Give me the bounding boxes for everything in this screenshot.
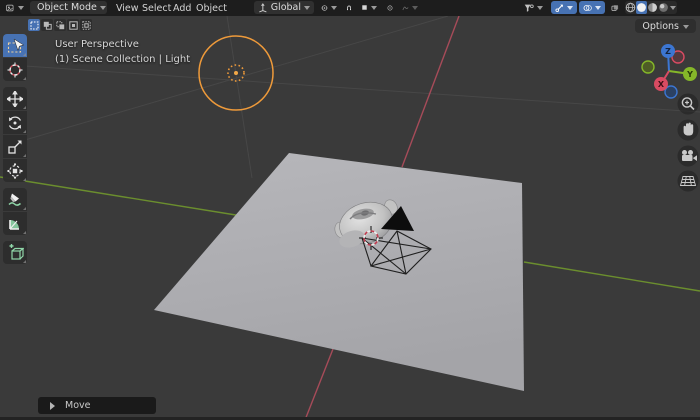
cursor-tool-icon <box>7 62 23 77</box>
transform-orientation-dropdown[interactable]: Global <box>254 1 314 14</box>
orbit-gizmo[interactable]: Z Y X <box>641 44 697 99</box>
tool-transform[interactable] <box>3 159 27 182</box>
options-label: Options <box>642 20 679 32</box>
scale-tool-icon <box>8 140 22 154</box>
shading-material-button[interactable] <box>647 1 658 14</box>
mode-selector[interactable]: Object Mode <box>30 1 107 14</box>
select-mode-intersect[interactable] <box>80 19 92 31</box>
select-mode-invert[interactable] <box>67 19 79 31</box>
transform-orientation-icon <box>259 3 267 13</box>
perspective-grid-icon[interactable] <box>677 170 699 192</box>
tool-select-box[interactable] <box>3 34 27 57</box>
toggle-xray-icon <box>611 4 619 11</box>
object-type-visibility-icon <box>524 4 534 12</box>
axis-x-label: X <box>658 80 665 89</box>
snap-toggle[interactable] <box>342 1 356 14</box>
wireframe-icon <box>625 2 636 13</box>
shading-wireframe-button[interactable] <box>625 1 636 14</box>
snap-target-icon <box>362 5 367 10</box>
blender-window: { "header": { "editor_icon": "editor-typ… <box>0 0 700 420</box>
pivot-point-icon <box>321 4 328 11</box>
rendered-shading-icon <box>659 3 668 12</box>
tool-add-cube[interactable] <box>3 241 27 264</box>
select-mode-extend[interactable] <box>41 19 53 31</box>
select-mode-new[interactable] <box>28 19 40 31</box>
axis-z-label: Z <box>665 47 671 56</box>
add-cube-icon <box>9 244 24 260</box>
tool-move[interactable] <box>3 87 27 110</box>
options-dropdown[interactable]: Options <box>635 19 696 33</box>
object-type-visibility-dropdown[interactable] <box>519 1 547 14</box>
mode-label: Object Mode <box>37 2 97 13</box>
show-gizmo-icon <box>555 4 563 12</box>
proportional-falloff-icon <box>402 6 409 10</box>
editor-type-button[interactable] <box>2 1 28 14</box>
axis-y-label: Y <box>686 70 693 79</box>
toggle-xray-button[interactable] <box>607 1 623 14</box>
editor-type-3d-viewport-icon <box>6 4 14 11</box>
shading-mode-group <box>625 1 677 14</box>
transform-tool-icon <box>7 162 23 179</box>
rotate-tool-icon <box>8 116 22 129</box>
tool-rotate[interactable] <box>3 111 27 134</box>
snap-target-dropdown[interactable] <box>357 1 381 14</box>
tool-annotate[interactable] <box>3 188 27 211</box>
axis-minus-y-ball[interactable] <box>641 60 655 74</box>
tool-measure[interactable] <box>3 212 27 235</box>
tool-cursor[interactable] <box>3 58 27 81</box>
toolbar <box>3 34 27 265</box>
show-gizmo-toggle[interactable] <box>551 1 577 14</box>
show-overlays-icon <box>583 4 592 11</box>
material-preview-icon <box>648 3 657 12</box>
proportional-falloff-dropdown[interactable] <box>398 1 422 14</box>
pivot-point-dropdown[interactable] <box>317 1 341 14</box>
select-mode-subtract[interactable] <box>54 19 66 31</box>
menu-view[interactable]: View <box>113 1 142 15</box>
select-box-icon <box>7 37 24 53</box>
pan-hand-icon[interactable] <box>677 119 699 141</box>
shading-rendered-button[interactable] <box>658 1 669 14</box>
zoom-icon[interactable] <box>677 93 699 115</box>
measure-tool-icon <box>9 219 19 230</box>
tool-scale[interactable] <box>3 135 27 158</box>
select-mode-group <box>28 19 92 31</box>
proportional-editing-toggle[interactable] <box>383 1 397 14</box>
proportional-editing-icon <box>387 5 393 10</box>
navigation-gizmo-layer: Z Y X <box>641 44 699 192</box>
menu-add[interactable]: Add <box>170 1 194 15</box>
show-overlays-toggle[interactable] <box>579 1 605 14</box>
solid-shading-icon <box>637 3 646 12</box>
viewport-header: Object Mode View Select Add Object Globa… <box>0 0 700 16</box>
orientation-label: Global <box>270 2 301 13</box>
snap-magnet-icon <box>347 5 351 10</box>
menu-object[interactable]: Object <box>193 1 230 15</box>
annotate-pen-icon <box>8 193 21 206</box>
shading-solid-button[interactable] <box>636 1 647 14</box>
camera-view-icon[interactable] <box>677 145 699 167</box>
move-tool-icon <box>7 90 23 107</box>
